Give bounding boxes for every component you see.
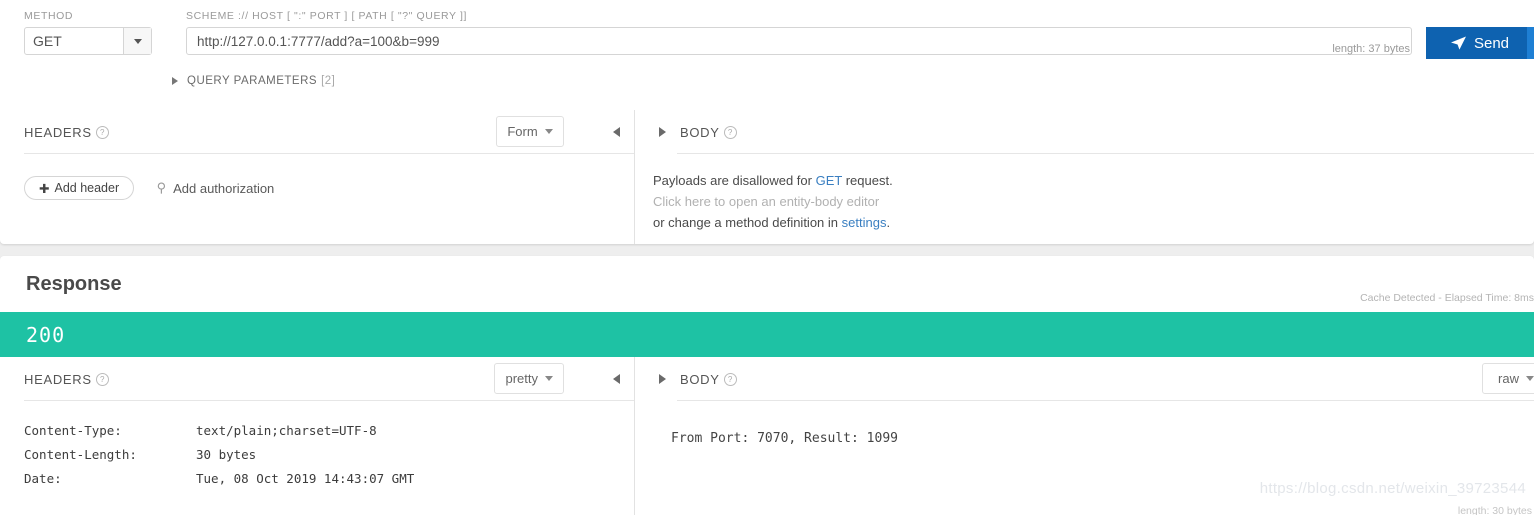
payload-disallowed-text-b: request. [842,173,893,188]
query-parameters-label: QUERY PARAMETERS [187,75,318,87]
response-body-header: BODY ? raw [635,357,1534,401]
query-parameters-toggle[interactable]: QUERY PARAMETERS [2] [172,75,335,87]
response-body-content: From Port: 7070, Result: 1099 [671,431,898,446]
header-value: text/plain;charset=UTF-8 [196,423,377,438]
response-split-panes: HEADERS ? pretty Content-Type: text/plai… [0,357,1534,515]
response-header: Response Cache Detected - Elapsed Time: … [0,256,1534,312]
divider [24,400,634,401]
response-headers-pane: HEADERS ? pretty Content-Type: text/plai… [0,357,635,515]
response-headers-format-value: pretty [505,371,538,386]
collapse-left-icon[interactable] [613,374,620,384]
divider [677,153,1534,154]
header-key: Date: [24,471,62,486]
method-definition-line: or change a method definition in setting… [653,212,1534,233]
settings-link[interactable]: settings [842,215,887,230]
header-key: Content-Length: [24,447,137,462]
key-icon: ⚲ [156,180,167,196]
help-icon[interactable]: ? [95,125,109,139]
table-row: Content-Type: text/plain;charset=UTF-8 [24,423,414,447]
method-selected-value: GET [33,33,62,49]
send-button-edge-strip [1527,27,1534,59]
request-headers-title: HEADERS [24,124,92,140]
chevron-down-icon [544,129,553,134]
method-definition-text-b: . [886,215,891,230]
add-header-button[interactable]: ✚ Add header [24,176,135,200]
url-length-text: length: 37 bytes [1332,43,1410,55]
collapse-right-icon[interactable] [659,374,666,384]
collapse-left-icon[interactable] [613,127,620,137]
response-headers-table: Content-Type: text/plain;charset=UTF-8 C… [24,423,414,495]
add-header-label: Add header [54,181,120,195]
request-panel: METHOD GET SCHEME :// HOST [ ":" PORT ] … [0,0,1534,244]
add-authorization-button[interactable]: ⚲ Add authorization [157,180,275,196]
help-icon[interactable]: ? [95,372,109,386]
plus-icon: ✚ [39,181,50,196]
request-headers-format-select[interactable]: Form [496,116,564,147]
method-select[interactable]: GET [24,27,152,55]
request-url-row: METHOD GET SCHEME :// HOST [ ":" PORT ] … [0,0,1534,59]
table-row: Date: Tue, 08 Oct 2019 14:43:07 GMT [24,471,414,495]
response-headers-format-select[interactable]: pretty [494,363,564,394]
url-input[interactable] [186,27,1412,55]
method-definition-text-a: or change a method definition in [653,215,842,230]
header-value: Tue, 08 Oct 2019 14:43:07 GMT [196,471,415,486]
response-body-title: BODY [680,371,720,387]
query-parameters-count: [2] [321,75,336,87]
url-column: SCHEME :// HOST [ ":" PORT ] [ PATH [ "?… [186,10,1412,55]
response-meta-text: Cache Detected - Elapsed Time: 8ms [1360,292,1534,304]
payload-disallowed-text-a: Payloads are disallowed for [653,173,816,188]
response-headers-header: HEADERS ? pretty [0,357,634,401]
status-code: 200 [26,322,66,347]
send-column: Send [1426,10,1534,59]
request-headers-header: HEADERS ? Form [0,110,634,154]
request-body-header: BODY ? [635,110,1534,154]
payload-disallowed-line: Payloads are disallowed for GET request. [653,170,1534,191]
help-icon[interactable]: ? [723,372,737,386]
header-key: Content-Type: [24,423,122,438]
entity-body-editor-hint[interactable]: Click here to open an entity-body editor [653,191,1534,212]
method-column: METHOD GET [24,10,152,55]
request-body-title: BODY [680,124,720,140]
method-dropdown-toggle[interactable] [123,28,151,54]
response-headers-title: HEADERS [24,371,92,387]
chevron-right-icon [172,77,178,85]
response-headers-body: Content-Type: text/plain;charset=UTF-8 C… [0,401,634,495]
response-panel: Response Cache Detected - Elapsed Time: … [0,256,1534,515]
response-status-bar: 200 [0,312,1534,357]
chevron-down-icon [133,38,142,44]
chevron-down-icon [545,376,553,381]
response-title: Response [26,272,122,295]
send-button-label: Send [1473,34,1510,52]
request-headers-format-value: Form [507,124,538,139]
table-row: Content-Length: 30 bytes [24,447,414,471]
collapse-right-icon[interactable] [659,127,666,137]
response-body-format-value: raw [1498,371,1519,386]
method-label: METHOD [24,10,74,22]
request-body-message: Payloads are disallowed for GET request.… [635,154,1534,233]
response-body-pane: BODY ? raw From Port: 7070, Result: 1099… [635,357,1534,515]
chevron-down-icon [1525,376,1534,381]
divider [24,153,634,154]
divider [677,400,1534,401]
get-method-link[interactable]: GET [816,173,843,188]
header-value: 30 bytes [196,447,257,462]
paper-plane-icon [1450,36,1466,50]
request-split-panes: HEADERS ? Form ✚ Add header ⚲ Add author… [0,110,1534,244]
request-body-pane: BODY ? Payloads are disallowed for GET r… [635,110,1534,244]
request-headers-body: ✚ Add header ⚲ Add authorization [0,154,634,200]
request-headers-pane: HEADERS ? Form ✚ Add header ⚲ Add author… [0,110,635,244]
response-body-length: length: 30 bytes [1457,505,1532,515]
send-button[interactable]: Send [1426,27,1534,59]
help-icon[interactable]: ? [723,125,737,139]
add-authorization-label: Add authorization [173,180,275,196]
url-label: SCHEME :// HOST [ ":" PORT ] [ PATH [ "?… [186,10,468,22]
response-body-format-select[interactable]: raw [1482,363,1534,394]
